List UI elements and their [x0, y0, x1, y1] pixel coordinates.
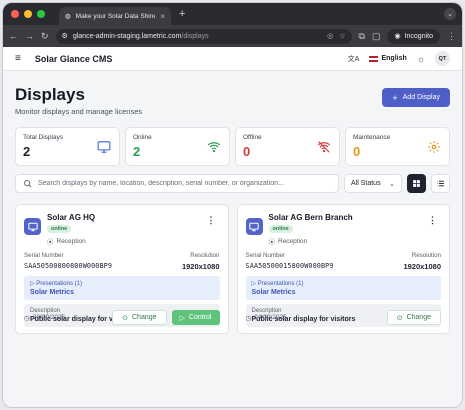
- display-card[interactable]: Solar AG HQ online ⦿ Reception ⋮ Serial …: [15, 204, 229, 334]
- language-selector[interactable]: English: [369, 55, 407, 62]
- display-date: ◷ 04/09/2025: [245, 314, 287, 322]
- monitor-icon: [245, 218, 263, 235]
- new-tab-button[interactable]: +: [179, 8, 185, 20]
- monitor-icon: [24, 218, 41, 235]
- page-title: Displays: [15, 85, 85, 104]
- tab-title: Make your Solar Data Shine –: [75, 12, 156, 20]
- chevron-right-icon[interactable]: ▷: [252, 281, 257, 287]
- stat-offline: Offline 0: [235, 127, 340, 166]
- gear-icon: [428, 141, 440, 153]
- display-location: ⦿ Reception: [268, 237, 308, 247]
- clock-icon: ◷: [24, 314, 30, 322]
- chevron-down-icon: ⌄: [389, 180, 395, 188]
- stat-online: Online 2: [125, 127, 230, 166]
- app-root: ≡ Solar Glance CMS 文A English ☼ QT Displ…: [3, 47, 462, 407]
- list-view-button[interactable]: [431, 174, 450, 193]
- more-options-icon[interactable]: ⋮: [428, 215, 437, 226]
- back-icon[interactable]: ←: [9, 31, 18, 41]
- stat-total-displays: Total Displays 2: [15, 127, 120, 166]
- play-icon: ▷: [179, 314, 185, 322]
- browser-tab[interactable]: ◍ Make your Solar Data Shine – ×: [59, 7, 171, 25]
- app-header: ≡ Solar Glance CMS 文A English ☼ QT: [3, 47, 462, 71]
- maximize-window-button[interactable]: [37, 10, 45, 18]
- address-bar[interactable]: ⚙ glance-admin-staging.lametric.com/disp…: [55, 28, 352, 44]
- display-date: ◷ 26/09/2025: [24, 314, 66, 322]
- resolution-value: 1920x1080: [403, 262, 441, 271]
- sidepanel-icon[interactable]: ▢: [372, 31, 381, 42]
- presentation-item[interactable]: Solar Metrics: [252, 289, 436, 296]
- status-badge: online: [268, 225, 293, 233]
- display-card[interactable]: Solar AG Bern Branch online ⦿ Reception …: [236, 204, 450, 334]
- tab-favicon-icon: ◍: [65, 13, 71, 20]
- search-icon: [24, 180, 32, 188]
- url-text: glance-admin-staging.lametric.com/displa…: [72, 32, 209, 40]
- reload-icon[interactable]: ↻: [41, 31, 49, 42]
- play-circle-icon: ⊙: [122, 314, 128, 322]
- incognito-badge[interactable]: ◉ Incognito: [387, 28, 440, 44]
- status-badge: online: [47, 225, 72, 233]
- presentation-item[interactable]: Solar Metrics: [30, 289, 214, 296]
- site-info-icon[interactable]: ⚙: [62, 32, 68, 40]
- display-location: ⦿ Reception: [47, 237, 86, 247]
- page-content: Displays Monitor displays and manage lic…: [3, 85, 462, 334]
- user-avatar[interactable]: QT: [435, 51, 450, 66]
- incognito-icon: ◉: [394, 33, 401, 40]
- tab-search-icon[interactable]: ⌄: [444, 8, 456, 20]
- search-box: [15, 174, 339, 193]
- browser-window: ◍ Make your Solar Data Shine – × + ⌄ ← →…: [3, 3, 462, 407]
- forward-icon[interactable]: →: [25, 31, 34, 41]
- wifi-off-icon: [317, 141, 331, 153]
- change-button[interactable]: ⊙ Change: [386, 310, 441, 325]
- filter-row: All Status ⌄: [15, 174, 450, 193]
- us-flag-icon: [369, 55, 379, 62]
- window-controls: [11, 10, 45, 18]
- display-name: Solar AG Bern Branch: [268, 213, 353, 222]
- close-window-button[interactable]: [11, 10, 19, 18]
- display-name: Solar AG HQ: [47, 213, 96, 222]
- search-input[interactable]: [38, 180, 331, 187]
- list-icon: [437, 180, 444, 187]
- browser-menu-icon[interactable]: ⋮: [447, 31, 456, 42]
- change-button[interactable]: ⊙ Change: [112, 310, 167, 325]
- extensions-icon[interactable]: ⧉: [359, 31, 365, 42]
- serial-number: SAA50500015800W000BP9: [245, 262, 334, 270]
- page-subtitle: Monitor displays and manage licenses: [15, 107, 143, 116]
- grid-view-button[interactable]: [407, 174, 426, 193]
- serial-number: SAA50500000800W000BP9: [24, 262, 113, 270]
- location-pin-icon: ⦿: [47, 239, 54, 246]
- menu-icon[interactable]: ≡: [15, 53, 21, 64]
- status-filter-select[interactable]: All Status ⌄: [344, 174, 402, 193]
- display-cards: Solar AG HQ online ⦿ Reception ⋮ Serial …: [15, 204, 450, 334]
- translate-icon[interactable]: 文A: [348, 54, 360, 64]
- more-options-icon[interactable]: ⋮: [207, 215, 216, 226]
- stat-maintenance: Maintenance 0: [345, 127, 450, 166]
- play-circle-icon: ⊙: [396, 314, 403, 322]
- clock-icon: ◷: [245, 314, 252, 322]
- browser-titlebar: ◍ Make your Solar Data Shine – × + ⌄: [3, 3, 462, 25]
- theme-toggle-icon[interactable]: ☼: [417, 54, 425, 64]
- grid-icon: [413, 180, 420, 187]
- presentations-panel: ▷ Presentations (1) Solar Metrics: [245, 276, 441, 300]
- stats-row: Total Displays 2 Online 2 Offline 0 Main…: [15, 127, 450, 166]
- eye-off-icon[interactable]: ◎: [327, 32, 333, 40]
- bookmark-star-icon[interactable]: ☆: [339, 32, 345, 40]
- location-pin-icon: ⦿: [268, 239, 276, 246]
- tab-close-icon[interactable]: ×: [160, 12, 165, 21]
- control-button[interactable]: ▷ Control: [171, 310, 220, 325]
- plus-icon: +: [392, 92, 398, 103]
- chevron-right-icon[interactable]: ▷: [30, 281, 35, 287]
- minimize-window-button[interactable]: [24, 10, 32, 18]
- brand-title: Solar Glance CMS: [34, 53, 113, 64]
- presentations-panel: ▷ Presentations (1) Solar Metrics: [24, 276, 220, 300]
- page-header: Displays Monitor displays and manage lic…: [15, 85, 450, 116]
- browser-toolbar: ← → ↻ ⚙ glance-admin-staging.lametric.co…: [3, 25, 462, 47]
- monitor-icon: [97, 141, 111, 153]
- resolution-value: 1920x1080: [181, 262, 220, 271]
- add-display-button[interactable]: + Add Display: [382, 88, 450, 107]
- wifi-icon: [207, 142, 221, 153]
